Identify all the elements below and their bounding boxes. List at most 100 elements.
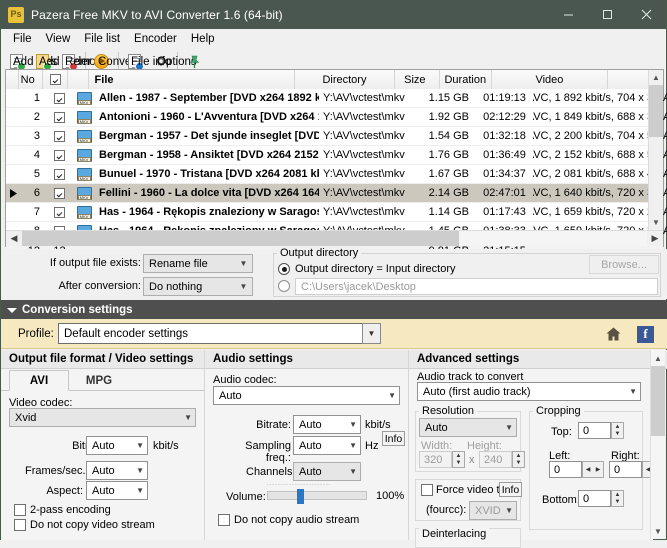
audio-bitrate-label: Bitrate: (256, 419, 291, 431)
conversion-settings-header[interactable]: Conversion settings (1, 300, 667, 319)
mkv-file-icon: MKV (73, 89, 95, 108)
tab-avi-active-visual[interactable]: AVI (9, 370, 69, 391)
chevron-down-icon-profile[interactable]: ▼ (362, 323, 381, 344)
radio-custom-dir[interactable] (278, 280, 290, 293)
row-size: 1.15 GB (428, 92, 469, 104)
file-list[interactable]: No File Directory Size Duration Video 1 M… (5, 69, 667, 260)
close-icon[interactable] (627, 0, 666, 29)
scroll-down-icon[interactable]: ▼ (649, 215, 663, 230)
no-copy-audio-checkbox[interactable] (218, 514, 230, 526)
resolution-value: Auto (425, 421, 448, 434)
width-field[interactable]: 320 (419, 451, 452, 468)
header-directory[interactable]: Directory (294, 70, 396, 89)
audio-channels-combo[interactable]: Auto ▼ (293, 462, 361, 481)
scroll-left-icon[interactable]: ◀ (6, 231, 22, 246)
maximize-icon[interactable] (588, 0, 627, 29)
row-file-name: Bergman - 1957 - Det sjunde inseglet [DV… (99, 130, 319, 142)
row-checkbox[interactable] (46, 146, 73, 165)
menu-file[interactable]: File (6, 31, 39, 47)
height-field[interactable]: 240 (479, 451, 512, 468)
header-video[interactable]: Video (492, 70, 608, 89)
home-icon[interactable] (605, 326, 622, 346)
header-checkbox-all[interactable] (43, 70, 69, 89)
minimize-icon[interactable] (549, 0, 588, 29)
no-copy-video-checkbox[interactable] (14, 519, 26, 531)
file-list-horizontal-scrollbar[interactable]: ◀ ▶ (6, 230, 663, 246)
width-spinner[interactable]: ▲ ▼ (452, 451, 465, 468)
radio-same-dir-button[interactable] (278, 263, 290, 275)
crop-left-field[interactable]: 0 (549, 461, 582, 478)
if-exists-combo[interactable]: Rename file ▼ (143, 254, 253, 273)
header-duration[interactable]: Duration (439, 70, 492, 89)
resolution-combo[interactable]: Auto ▼ (419, 418, 517, 437)
force-video-tag-info-button[interactable]: Info (499, 482, 522, 497)
row-video: AVC, 2 081 kbit/s, 688 x 432 (533, 168, 659, 180)
after-conversion-combo[interactable]: Do nothing ▼ (143, 277, 253, 296)
hscroll-thumb[interactable] (22, 231, 459, 246)
row-checkbox[interactable] (46, 184, 73, 203)
audio-bitrate-combo[interactable]: Auto ▼ (293, 415, 361, 434)
crop-top-field[interactable]: 0 (578, 422, 611, 439)
fourcc-combo[interactable]: XVID ▼ (469, 501, 517, 520)
force-video-tag-checkbox[interactable] (421, 484, 433, 496)
scroll-up-icon[interactable]: ▲ (649, 70, 663, 85)
row-duration: 01:32:18 (483, 130, 526, 142)
video-fps-combo[interactable]: Auto ▼ (86, 461, 148, 480)
menu-view[interactable]: View (39, 31, 78, 47)
row-checkbox[interactable] (46, 203, 73, 222)
menu-file-list[interactable]: File list (77, 31, 127, 47)
tab-mpg[interactable]: MPG (69, 370, 129, 391)
crop-right-field[interactable]: 0 (609, 461, 642, 478)
advanced-scroll-up-icon[interactable]: ▲ (651, 350, 665, 366)
row-file-name: Has - 1964 - Rękopis znaleziony w Sarago… (99, 206, 319, 218)
header-no[interactable]: No (18, 70, 44, 89)
volume-label: Volume: (226, 491, 266, 503)
table-row[interactable]: 3 MKV Bergman - 1957 - Det sjunde inseglet… (6, 127, 667, 146)
table-row[interactable]: 1 MKV Allen - 1987 - September [DVD x264 1… (6, 89, 667, 108)
header-file[interactable]: File (88, 70, 295, 89)
volume-slider-thumb[interactable] (297, 489, 304, 504)
advanced-panel-scrollbar[interactable]: ▲ ▼ (650, 350, 665, 539)
video-codec-combo[interactable]: Xvid ▼ (9, 408, 196, 427)
row-checkbox[interactable] (46, 165, 73, 184)
file-list-vertical-scrollbar[interactable]: ▲ ▼ (648, 70, 663, 230)
crop-top-spinner[interactable]: ▲ ▼ (611, 422, 624, 439)
crop-bottom-spinner[interactable]: ▲ ▼ (611, 490, 624, 507)
menu-encoder[interactable]: Encoder (127, 31, 184, 47)
height-spinner[interactable]: ▲ ▼ (512, 451, 525, 468)
table-row[interactable]: 5 MKV Bunuel - 1970 - Tristana [DVD x264 2… (6, 165, 667, 184)
video-bitrate-combo[interactable]: Auto ▼ (86, 436, 148, 455)
volume-slider[interactable] (267, 489, 367, 504)
radio-custom-dir-button[interactable] (278, 280, 290, 293)
output-path-field[interactable]: C:\Users\jacek\Desktop (295, 278, 658, 295)
table-row[interactable]: 7 MKV Has - 1964 - Rękopis znaleziony w Sa… (6, 203, 667, 222)
menu-help[interactable]: Help (184, 31, 222, 47)
select-all-checkbox[interactable] (49, 74, 61, 85)
advanced-scroll-down-icon[interactable]: ▼ (651, 523, 665, 539)
audio-codec-combo[interactable]: Auto ▼ (213, 386, 400, 405)
advanced-scroll-thumb[interactable] (651, 366, 665, 436)
table-row[interactable]: 4 MKV Bergman - 1958 - Ansiktet [DVD x264 … (6, 146, 667, 165)
audio-sampling-combo[interactable]: Auto ▼ (293, 436, 361, 455)
table-row[interactable]: 6 MKV Fellini - 1960 - La dolce vita [DVD … (6, 184, 667, 203)
hscroll-track[interactable] (22, 231, 647, 246)
header-arrow-col (6, 70, 19, 89)
table-row[interactable]: 2 MKV Antonioni - 1960 - L'Avventura [DVD … (6, 108, 667, 127)
header-size[interactable]: Size (395, 70, 440, 89)
row-checkbox[interactable] (46, 89, 73, 108)
crop-left-spinner[interactable]: ◀ ▶ (582, 461, 604, 478)
video-aspect-combo[interactable]: Auto ▼ (86, 481, 148, 500)
row-checkbox[interactable] (46, 127, 73, 146)
scroll-right-icon[interactable]: ▶ (647, 231, 663, 246)
radio-same-dir[interactable]: Output directory = Input directory (278, 263, 456, 275)
crop-bottom-field[interactable]: 0 (578, 490, 611, 507)
audio-track-combo[interactable]: Auto (first audio track) ▼ (417, 382, 641, 401)
profile-combo[interactable]: Default encoder settings ▼ (58, 323, 381, 344)
browse-button[interactable]: Browse... (589, 255, 659, 274)
vscroll-thumb[interactable] (649, 85, 663, 137)
facebook-icon[interactable]: f (637, 326, 654, 343)
audio-info-button[interactable]: Info (382, 431, 405, 446)
if-exists-value: Rename file (149, 257, 208, 270)
two-pass-checkbox[interactable] (14, 504, 26, 516)
row-checkbox[interactable] (46, 108, 73, 127)
